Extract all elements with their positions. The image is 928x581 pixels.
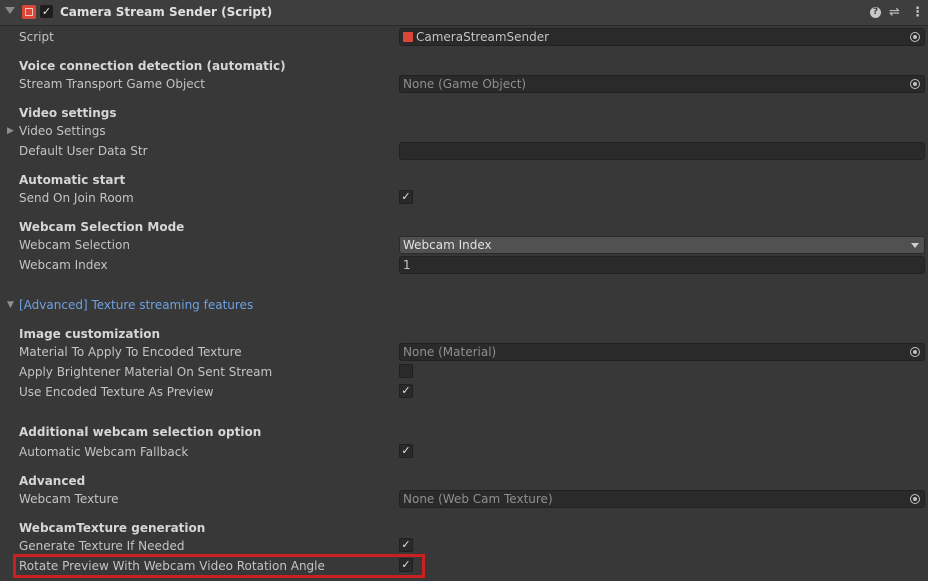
object-picker-icon[interactable] <box>910 32 920 42</box>
webcam-index-value: 1 <box>403 258 411 272</box>
material-label: Material To Apply To Encoded Texture <box>19 345 242 359</box>
chevron-down-icon <box>911 243 919 248</box>
video-settings-foldout[interactable]: Video Settings <box>19 124 106 138</box>
stream-transport-label: Stream Transport Game Object <box>19 77 205 91</box>
highlight-box <box>13 554 425 578</box>
webcam-index-label: Webcam Index <box>19 258 108 272</box>
webcam-texture-field[interactable]: None (Web Cam Texture) <box>399 490 925 508</box>
default-user-data-input[interactable] <box>399 142 925 160</box>
context-menu-icon[interactable]: ⋮ <box>911 5 924 20</box>
webcam-selection-value: Webcam Index <box>403 238 492 252</box>
texgen-heading: WebcamTexture generation <box>19 521 206 535</box>
script-component-icon <box>22 5 36 19</box>
object-picker-icon[interactable] <box>910 79 920 89</box>
webcam-mode-heading: Webcam Selection Mode <box>19 220 185 234</box>
object-picker-icon[interactable] <box>910 347 920 357</box>
stream-transport-field[interactable]: None (Game Object) <box>399 75 925 93</box>
image-customization-heading: Image customization <box>19 327 161 341</box>
material-value: None (Material) <box>403 345 497 359</box>
webcam-texture-value: None (Web Cam Texture) <box>403 492 553 506</box>
stream-transport-value: None (Game Object) <box>403 77 527 91</box>
component-header: ✓ Camera Stream Sender (Script) ? ⇌ ⋮ <box>0 0 928 26</box>
video-heading: Video settings <box>19 106 117 120</box>
voice-heading: Voice connection detection (automatic) <box>19 59 286 73</box>
brightener-checkbox[interactable] <box>399 364 413 378</box>
script-label: Script <box>19 30 54 44</box>
advanced-texture-foldout[interactable]: [Advanced] Texture streaming features <box>19 298 253 312</box>
send-on-join-label: Send On Join Room <box>19 191 134 205</box>
object-picker-icon[interactable] <box>910 494 920 504</box>
component-enabled-checkbox[interactable]: ✓ <box>40 5 53 18</box>
fallback-checkbox[interactable]: ✓ <box>399 444 413 458</box>
advanced-heading: Advanced <box>19 474 86 488</box>
fallback-label: Automatic Webcam Fallback <box>19 445 189 459</box>
additional-heading: Additional webcam selection option <box>19 425 262 439</box>
default-user-data-label: Default User Data Str <box>19 144 148 158</box>
generate-texture-checkbox[interactable]: ✓ <box>399 538 413 552</box>
webcam-selection-label: Webcam Selection <box>19 238 130 252</box>
automatic-start-heading: Automatic start <box>19 173 126 187</box>
send-on-join-checkbox[interactable]: ✓ <box>399 190 413 204</box>
foldout-arrow-icon[interactable]: ▶ <box>7 126 14 136</box>
presets-icon[interactable]: ⇌ <box>889 5 900 20</box>
encoded-preview-label: Use Encoded Texture As Preview <box>19 385 214 399</box>
webcam-selection-dropdown[interactable]: Webcam Index <box>399 236 925 254</box>
component-title: Camera Stream Sender (Script) <box>60 5 273 19</box>
generate-texture-label: Generate Texture If Needed <box>19 539 185 553</box>
collapse-arrow-icon[interactable] <box>5 7 15 14</box>
material-field[interactable]: None (Material) <box>399 343 925 361</box>
script-value: CameraStreamSender <box>416 30 550 44</box>
webcam-texture-label: Webcam Texture <box>19 492 119 506</box>
webcam-index-input[interactable]: 1 <box>399 256 925 274</box>
brightener-label: Apply Brightener Material On Sent Stream <box>19 365 273 379</box>
script-file-icon <box>403 32 413 42</box>
encoded-preview-checkbox[interactable]: ✓ <box>399 384 413 398</box>
help-icon[interactable]: ? <box>870 7 881 18</box>
script-field[interactable]: CameraStreamSender <box>399 28 925 46</box>
foldout-expanded-icon[interactable]: ▼ <box>7 300 14 310</box>
